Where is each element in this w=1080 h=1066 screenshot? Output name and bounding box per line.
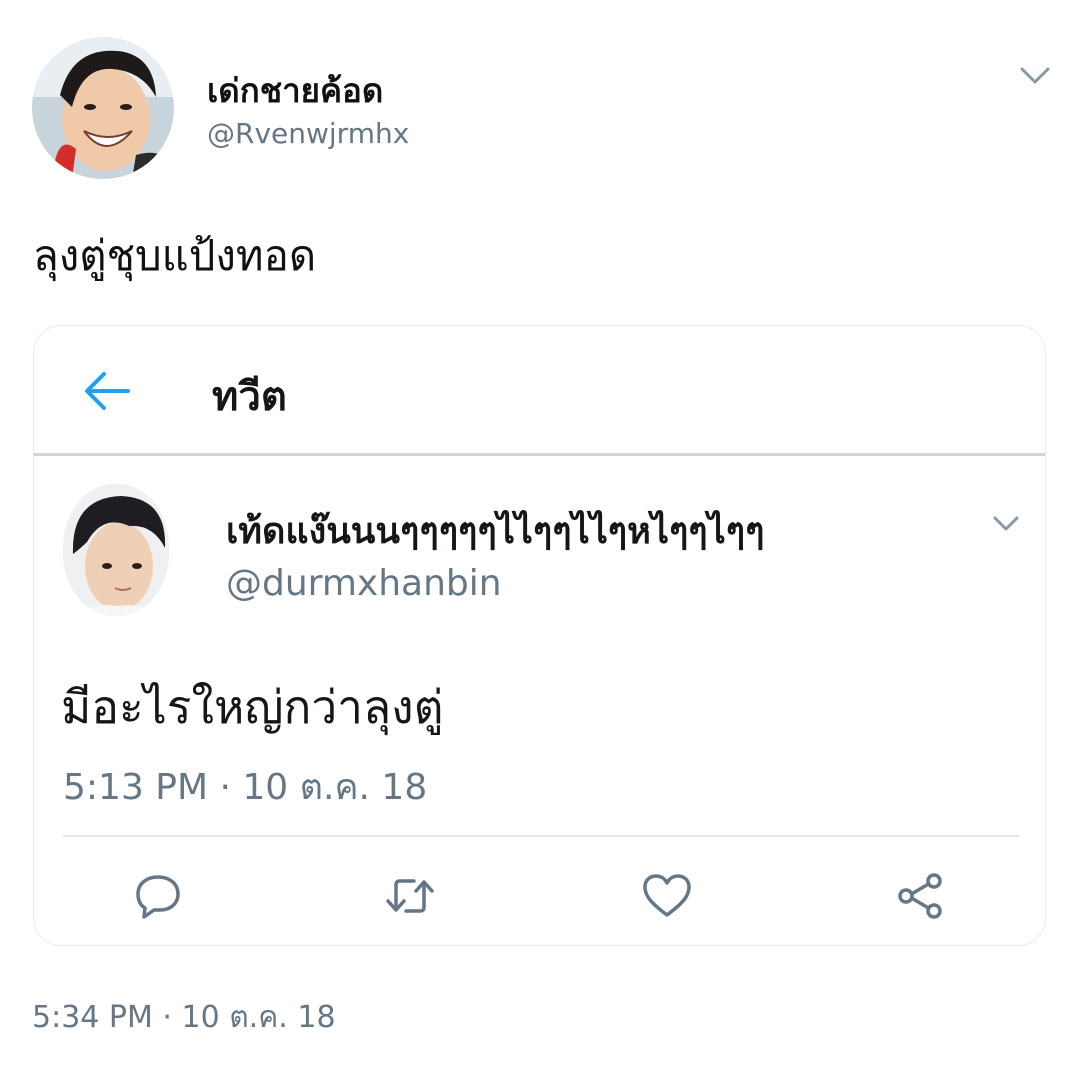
divider (63, 835, 1019, 837)
page-title: ทวีต (212, 374, 287, 420)
chevron-down-icon[interactable] (1018, 64, 1052, 88)
author-handle[interactable]: @Rvenwjrmhx (207, 117, 409, 150)
quoted-author-name[interactable]: เท้ดแง๊นนนๆๆๆๆๆไไๆๆไไๆหไๆๆไๆๆ (226, 502, 764, 559)
quoted-author-handle[interactable]: @durmxhanbin (226, 563, 502, 604)
reply-icon[interactable] (132, 871, 184, 921)
share-icon[interactable] (894, 871, 946, 921)
author-name[interactable]: เด่กชายค้อด (207, 64, 383, 117)
card-header: ทวีต (34, 326, 1045, 456)
quoted-screenshot: ทวีต เท้ดแง๊นนนๆๆๆๆๆไไๆๆไไๆหไๆๆไๆๆ @durm… (33, 325, 1046, 946)
author-avatar[interactable] (32, 37, 174, 179)
chevron-down-icon[interactable] (991, 514, 1021, 534)
quoted-tweet-timestamp[interactable]: 5:13 PM · 10 ต.ค. 18 (63, 758, 427, 815)
quoted-author-avatar[interactable] (63, 484, 169, 616)
like-icon[interactable] (641, 871, 693, 921)
retweet-icon[interactable] (384, 871, 436, 921)
tweet-timestamp[interactable]: 5:34 PM · 10 ต.ค. 18 (32, 994, 336, 1041)
arrow-left-icon[interactable] (82, 369, 132, 413)
tweet-text: ลุงตู่ชุบแป้งทอด (33, 231, 317, 280)
quoted-tweet-text: มีอะไรใหญ่กว่าลุงตู่ (61, 680, 444, 734)
